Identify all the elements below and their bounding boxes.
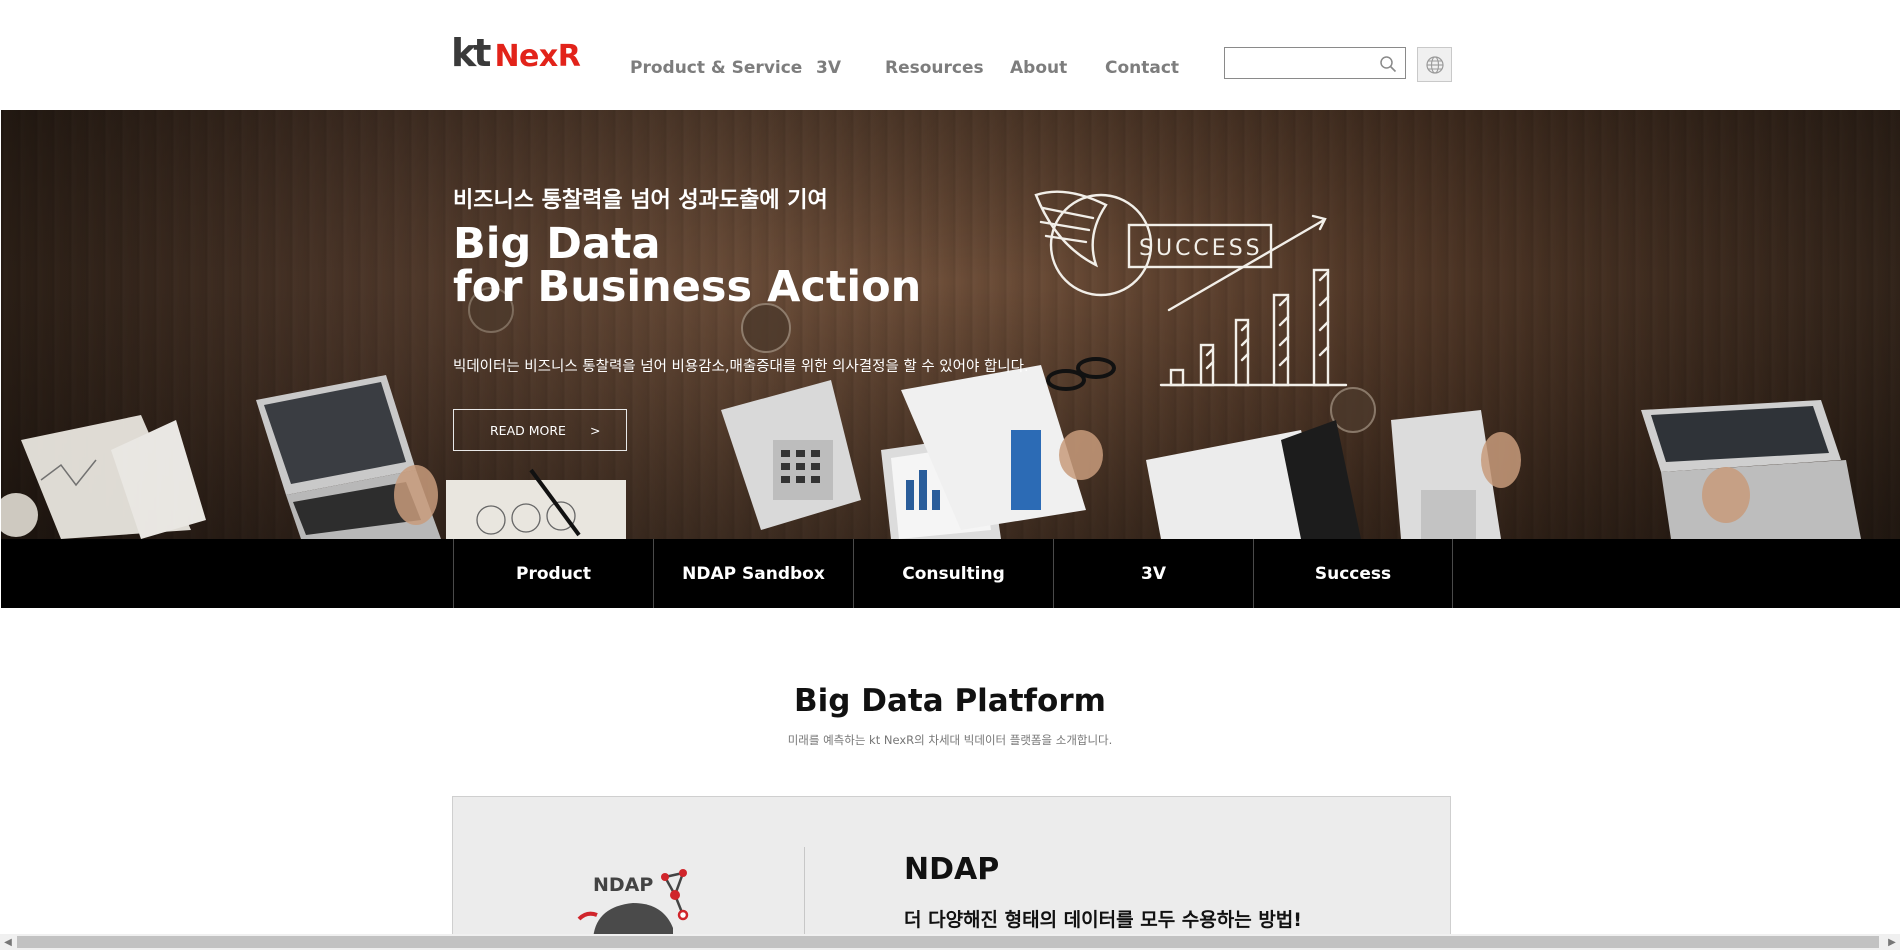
nav-item-product-service[interactable]: Product & Service (630, 58, 802, 78)
scroll-left-arrow-icon[interactable]: ◀ (0, 934, 16, 950)
section-title: Big Data Platform (794, 683, 1106, 719)
tab-3v[interactable]: 3V (1053, 539, 1253, 608)
section-subtitle: 미래를 예측하는 kt NexR의 차세대 빅데이터 플랫폼을 소개합니다. (787, 733, 1113, 747)
tab-success[interactable]: Success (1253, 539, 1453, 608)
ndap-logo-text: NDAP (593, 874, 653, 896)
nav-item-contact[interactable]: Contact (1105, 58, 1179, 78)
logo-kt-text: kt (451, 31, 491, 75)
hero-title-line2: for Business Action (453, 262, 922, 312)
card-divider (804, 847, 805, 936)
language-button[interactable] (1417, 47, 1452, 82)
search-input[interactable] (1231, 53, 1375, 75)
category-tab-bar: Product NDAP Sandbox Consulting 3V Succe… (1, 539, 1900, 608)
hero-title: Big Data for Business Action (453, 223, 921, 309)
globe-icon (1425, 55, 1444, 74)
search-icon[interactable] (1379, 55, 1397, 73)
read-more-button[interactable]: READ MORE > (453, 409, 627, 451)
chalk-success-text: SUCCESS (1139, 236, 1263, 261)
scrollbar-thumb[interactable] (17, 936, 1879, 948)
ndap-card: NDAP NDAP 더 다양해진 형태의 데이터를 모두 수용하는 방법! (452, 796, 1451, 936)
tab-product[interactable]: Product (453, 539, 653, 608)
hero-title-line1: Big Data (453, 219, 661, 269)
search-box (1224, 47, 1406, 79)
ndap-title: NDAP (904, 852, 1000, 887)
scroll-right-arrow-icon[interactable]: ▶ (1884, 934, 1900, 950)
ndap-description: 더 다양해진 형태의 데이터를 모두 수용하는 방법! (904, 909, 1302, 931)
nav-item-about[interactable]: About (1010, 58, 1067, 78)
hero-description: 빅데이터는 비즈니스 통찰력을 넘어 비용감소,매출증대를 위한 의사결정을 할… (453, 359, 1029, 375)
hero-banner: SUCCESS 비즈니스 통찰력을 넘어 성과도출에 기여 Big Data f… (1, 110, 1900, 539)
logo-brand-text: NexR (494, 39, 581, 74)
nav-item-3v[interactable]: 3V (816, 58, 841, 78)
horizontal-scrollbar[interactable]: ◀ ▶ (0, 934, 1900, 950)
hero-subtitle: 비즈니스 통찰력을 넘어 성과도출에 기여 (453, 188, 828, 213)
tab-ndap-sandbox[interactable]: NDAP Sandbox (653, 539, 853, 608)
chevron-right-icon: > (589, 422, 601, 438)
ndap-logo[interactable]: NDAP (563, 857, 703, 936)
read-more-label: READ MORE (490, 422, 566, 438)
notebook-center-left (446, 468, 626, 539)
hero-background-illustration: SUCCESS (1, 110, 1900, 539)
tab-consulting[interactable]: Consulting (853, 539, 1053, 608)
nav-item-resources[interactable]: Resources (885, 58, 984, 78)
kt-nexr-logo[interactable]: kt NexR (451, 31, 581, 75)
site-header: kt NexR Product & Service 3V Resources A… (0, 0, 1900, 110)
